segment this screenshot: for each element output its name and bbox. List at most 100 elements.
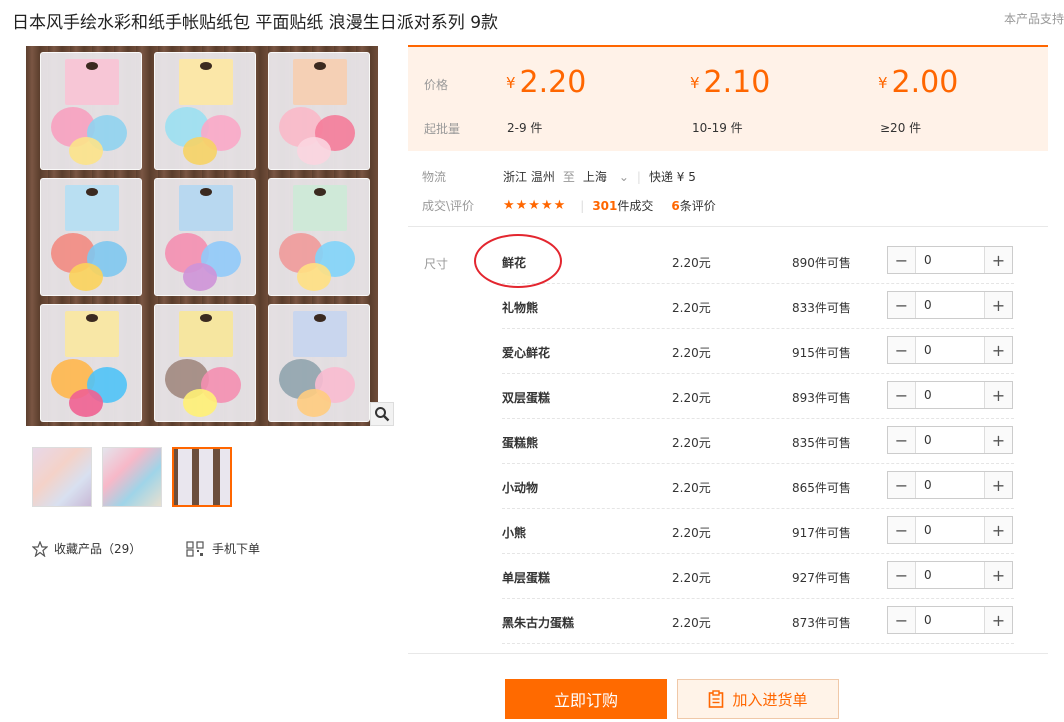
quantity-stepper: −0 + xyxy=(887,336,1013,364)
minus-icon[interactable]: − xyxy=(888,292,915,318)
sku-stock: 915件可售 xyxy=(792,346,851,360)
price-tier-2: ¥2.10 xyxy=(690,65,771,100)
plus-icon[interactable]: + xyxy=(985,562,1012,588)
sku-stock: 927件可售 xyxy=(792,571,851,585)
sku-price: 2.20元 xyxy=(672,526,711,540)
quantity-stepper: −0 + xyxy=(887,246,1013,274)
plus-icon[interactable]: + xyxy=(985,382,1012,408)
support-text[interactable]: 本产品支持 xyxy=(1004,10,1064,27)
mobile-order-button[interactable]: 手机下单 xyxy=(186,540,260,557)
sku-row: 双层蛋糕 2.20元 893件可售 −0 + xyxy=(502,374,1014,419)
quantity-input[interactable]: 0 xyxy=(915,517,985,543)
sku-name[interactable]: 小熊 xyxy=(502,524,526,541)
minus-icon[interactable]: − xyxy=(888,382,915,408)
logistics-row: 物流 浙江 温州 至 上海 ⌄ | 快递 ¥ 5 xyxy=(422,168,696,185)
favorite-button[interactable]: 收藏产品（29） xyxy=(32,540,141,557)
ship-to-select[interactable]: 上海 ⌄ xyxy=(583,168,629,185)
sku-stock: 835件可售 xyxy=(792,436,851,450)
min-qty-label: 起批量 xyxy=(424,122,461,136)
plus-icon[interactable]: + xyxy=(985,472,1012,498)
plus-icon[interactable]: + xyxy=(985,292,1012,318)
review-count-link[interactable]: 6条评价 xyxy=(671,197,715,214)
sku-name[interactable]: 单层蛋糕 xyxy=(502,569,550,586)
sticker-pack xyxy=(40,304,142,422)
thumbnail-3[interactable] xyxy=(172,447,232,507)
minus-icon[interactable]: − xyxy=(888,607,915,633)
sku-row: 鲜花 2.20元 890件可售 −0 + xyxy=(502,239,1014,284)
sku-row: 礼物熊 2.20元 833件可售 −0 + xyxy=(502,284,1014,329)
sku-name[interactable]: 小动物 xyxy=(502,479,538,496)
sku-stock: 917件可售 xyxy=(792,526,851,540)
quantity-input[interactable]: 0 xyxy=(915,562,985,588)
quantity-input[interactable]: 0 xyxy=(915,427,985,453)
sticker-pack xyxy=(40,178,142,296)
sku-row: 小动物 2.20元 865件可售 −0 + xyxy=(502,464,1014,509)
thumbnail-2[interactable] xyxy=(102,447,162,507)
product-title: 日本风手绘水彩和纸手帐贴纸包 平面贴纸 浪漫生日派对系列 9款 xyxy=(12,13,499,33)
quantity-stepper: −0 + xyxy=(887,516,1013,544)
quantity-input[interactable]: 0 xyxy=(915,472,985,498)
favorite-label: 收藏产品（29） xyxy=(54,542,142,556)
minus-icon[interactable]: − xyxy=(888,562,915,588)
sticker-pack xyxy=(40,52,142,170)
sku-price: 2.20元 xyxy=(672,481,711,495)
sku-row: 小熊 2.20元 917件可售 −0 + xyxy=(502,509,1014,554)
sticker-pack xyxy=(154,178,256,296)
annotation-circle xyxy=(474,234,562,288)
minus-icon[interactable]: − xyxy=(888,472,915,498)
sku-price: 2.20元 xyxy=(672,391,711,405)
sku-stock: 873件可售 xyxy=(792,616,851,630)
buy-now-button[interactable]: 立即订购 xyxy=(505,679,667,719)
sku-name[interactable]: 黑朱古力蛋糕 xyxy=(502,614,574,631)
sticker-pack xyxy=(154,52,256,170)
logistics-label: 物流 xyxy=(422,170,447,184)
sku-row: 爱心鲜花 2.20元 915件可售 −0 + xyxy=(502,329,1014,374)
plus-icon[interactable]: + xyxy=(985,517,1012,543)
quantity-input[interactable]: 0 xyxy=(915,292,985,318)
sku-name[interactable]: 礼物熊 xyxy=(502,299,538,316)
quantity-input[interactable]: 0 xyxy=(915,247,985,273)
qty-tier-2: 10-19 件 xyxy=(692,121,743,135)
qty-tier-3: ≥20 件 xyxy=(880,121,922,135)
qr-code-icon xyxy=(186,540,204,557)
quantity-input[interactable]: 0 xyxy=(915,607,985,633)
sku-label: 尺寸 xyxy=(424,257,449,271)
ship-from: 浙江 温州 xyxy=(503,170,555,184)
zoom-icon[interactable] xyxy=(370,402,394,426)
sku-name[interactable]: 爱心鲜花 xyxy=(502,344,550,361)
mobile-order-label: 手机下单 xyxy=(212,542,261,556)
deal-count-link[interactable]: 301件成交 xyxy=(592,197,653,214)
price-tier-1: ¥2.20 xyxy=(506,65,587,100)
section-divider xyxy=(408,226,1048,227)
add-to-cart-button[interactable]: 加入进货单 xyxy=(677,679,839,719)
plus-icon[interactable]: + xyxy=(985,427,1012,453)
qty-tier-1: 2-9 件 xyxy=(507,121,543,135)
plus-icon[interactable]: + xyxy=(985,247,1012,273)
minus-icon[interactable]: − xyxy=(888,427,915,453)
plus-icon[interactable]: + xyxy=(985,607,1012,633)
price-panel: 价格 起批量 ¥2.20 ¥2.10 ¥2.00 2-9 件 10-19 件 ≥… xyxy=(408,45,1048,151)
quantity-stepper: −0 + xyxy=(887,606,1013,634)
quantity-input[interactable]: 0 xyxy=(915,382,985,408)
sku-row: 黑朱古力蛋糕 2.20元 873件可售 −0 + xyxy=(502,599,1014,644)
minus-icon[interactable]: − xyxy=(888,337,915,363)
deals-row: 成交\评价 ★★★★★ | 301件成交 6条评价 xyxy=(422,197,716,214)
sku-price: 2.20元 xyxy=(672,256,711,270)
quantity-stepper: −0 + xyxy=(887,381,1013,409)
sku-name[interactable]: 蛋糕熊 xyxy=(502,434,538,451)
sku-price: 2.20元 xyxy=(672,436,711,450)
sku-stock: 833件可售 xyxy=(792,301,851,315)
plus-icon[interactable]: + xyxy=(985,337,1012,363)
minus-icon[interactable]: − xyxy=(888,517,915,543)
sticker-pack xyxy=(268,304,370,422)
quantity-stepper: −0 + xyxy=(887,471,1013,499)
sku-name[interactable]: 双层蛋糕 xyxy=(502,389,550,406)
quantity-stepper: −0 + xyxy=(887,561,1013,589)
thumbnail-1[interactable] xyxy=(32,447,92,507)
minus-icon[interactable]: − xyxy=(888,247,915,273)
quantity-stepper: −0 + xyxy=(887,426,1013,454)
chevron-down-icon: ⌄ xyxy=(618,170,629,184)
main-product-image[interactable] xyxy=(26,46,378,426)
sticker-pack xyxy=(268,52,370,170)
quantity-input[interactable]: 0 xyxy=(915,337,985,363)
